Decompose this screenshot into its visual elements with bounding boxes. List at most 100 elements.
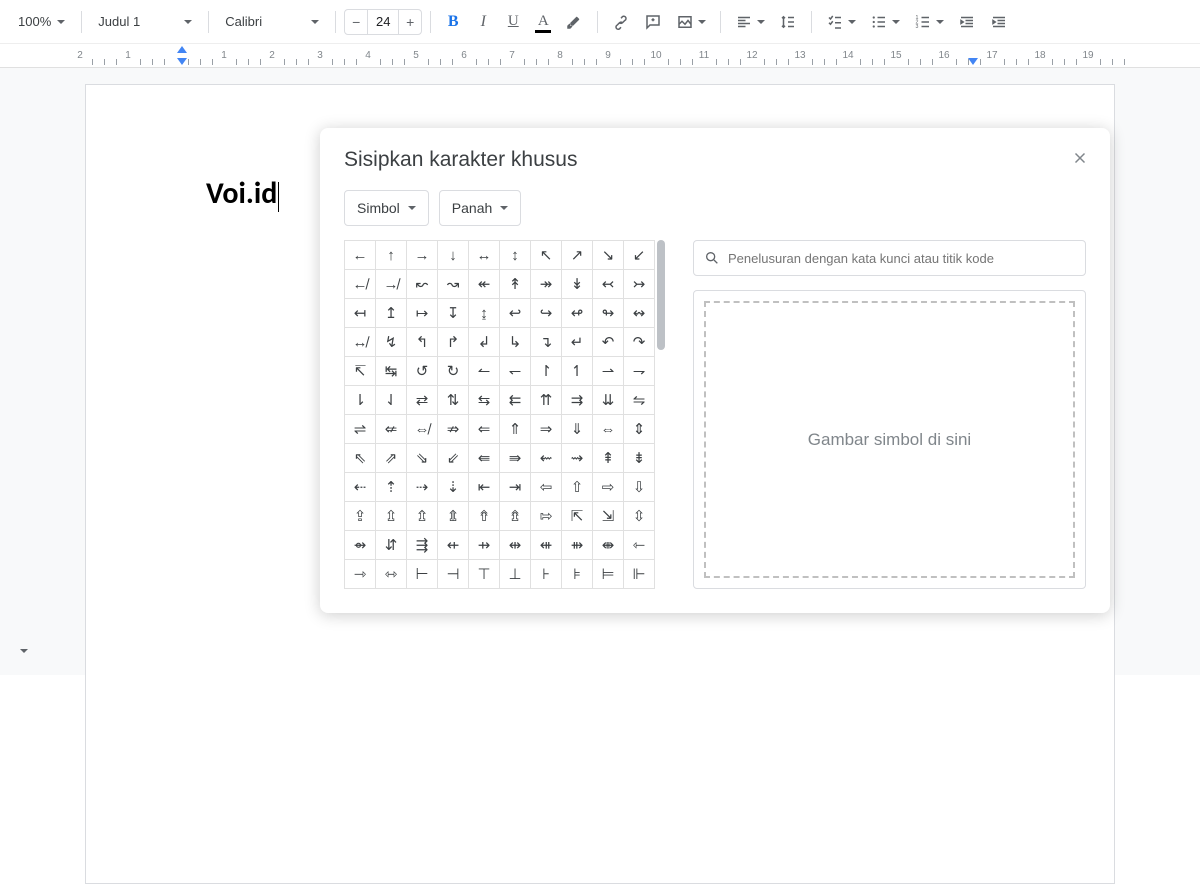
decrease-indent-button[interactable] — [952, 8, 982, 36]
special-char-cell[interactable]: ↠ — [531, 270, 562, 299]
decrease-font-button[interactable]: − — [345, 14, 367, 30]
special-char-cell[interactable]: ↶ — [593, 328, 624, 357]
special-char-cell[interactable]: ⊥ — [500, 560, 531, 589]
special-char-cell[interactable]: ⇭ — [438, 502, 469, 531]
special-char-cell[interactable]: ↾ — [531, 357, 562, 386]
line-spacing-button[interactable] — [773, 8, 803, 36]
special-char-cell[interactable]: ← — [345, 241, 376, 270]
special-char-cell[interactable]: ⇢ — [407, 473, 438, 502]
special-char-cell[interactable]: ⇄ — [407, 386, 438, 415]
special-char-cell[interactable]: ⇉ — [562, 386, 593, 415]
special-char-cell[interactable]: ⇀ — [593, 357, 624, 386]
special-char-cell[interactable]: ↥ — [376, 299, 407, 328]
special-char-cell[interactable]: ⇟ — [624, 444, 655, 473]
special-char-cell[interactable]: ⇰ — [531, 502, 562, 531]
special-char-cell[interactable]: ↗ — [562, 241, 593, 270]
special-char-cell[interactable]: ↫ — [562, 299, 593, 328]
special-char-cell[interactable]: ↧ — [438, 299, 469, 328]
special-char-cell[interactable]: ↟ — [500, 270, 531, 299]
special-char-cell[interactable]: ⇍ — [376, 415, 407, 444]
special-char-cell[interactable]: ↜ — [407, 270, 438, 299]
special-char-cell[interactable]: ⊧ — [562, 560, 593, 589]
special-char-cell[interactable]: ⇥ — [500, 473, 531, 502]
special-char-cell[interactable]: ⇑ — [500, 415, 531, 444]
special-char-cell[interactable]: ⇿ — [376, 560, 407, 589]
special-char-cell[interactable]: ↸ — [345, 357, 376, 386]
special-char-cell[interactable]: ↯ — [376, 328, 407, 357]
special-char-cell[interactable]: ↞ — [469, 270, 500, 299]
character-search-box[interactable] — [693, 240, 1086, 276]
special-char-cell[interactable]: ⇇ — [500, 386, 531, 415]
special-char-cell[interactable]: ⇺ — [531, 531, 562, 560]
special-char-cell[interactable]: ⇗ — [376, 444, 407, 473]
special-char-cell[interactable]: ↪ — [531, 299, 562, 328]
special-char-cell[interactable]: ↮ — [345, 328, 376, 357]
special-char-cell[interactable]: ↣ — [624, 270, 655, 299]
special-char-cell[interactable]: ⇐ — [469, 415, 500, 444]
special-char-cell[interactable]: ⇼ — [593, 531, 624, 560]
insert-comment-button[interactable] — [638, 8, 668, 36]
special-char-cell[interactable]: ↢ — [593, 270, 624, 299]
italic-button[interactable]: I — [469, 8, 497, 36]
special-char-cell[interactable]: ↝ — [438, 270, 469, 299]
special-char-cell[interactable]: ⇨ — [593, 473, 624, 502]
bulleted-list-button[interactable] — [864, 8, 906, 36]
special-char-cell[interactable]: ⊩ — [624, 560, 655, 589]
zoom-dropdown[interactable]: 100% — [10, 8, 73, 36]
special-char-cell[interactable]: ↩ — [500, 299, 531, 328]
special-char-cell[interactable]: ⇪ — [345, 502, 376, 531]
special-char-cell[interactable]: ⇙ — [438, 444, 469, 473]
paragraph-style-dropdown[interactable]: Judul 1 — [90, 8, 200, 36]
special-char-cell[interactable]: ⇬ — [407, 502, 438, 531]
special-char-cell[interactable]: ⊣ — [438, 560, 469, 589]
special-char-cell[interactable]: ⇔ — [593, 415, 624, 444]
special-char-cell[interactable]: ⇸ — [469, 531, 500, 560]
increase-indent-button[interactable] — [984, 8, 1014, 36]
special-char-cell[interactable]: ⇞ — [593, 444, 624, 473]
special-char-cell[interactable]: ⇈ — [531, 386, 562, 415]
special-char-cell[interactable]: ↖ — [531, 241, 562, 270]
special-char-cell[interactable]: ↰ — [407, 328, 438, 357]
font-dropdown[interactable]: Calibri — [217, 8, 327, 36]
special-char-cell[interactable]: ↙ — [624, 241, 655, 270]
first-line-indent-marker[interactable] — [177, 46, 187, 53]
special-char-cell[interactable]: ⇾ — [345, 560, 376, 589]
insert-link-button[interactable] — [606, 8, 636, 36]
numbered-list-button[interactable]: 123 — [908, 8, 950, 36]
special-char-cell[interactable]: ↭ — [624, 299, 655, 328]
special-char-cell[interactable]: ⇁ — [624, 357, 655, 386]
special-char-cell[interactable]: ↺ — [407, 357, 438, 386]
left-indent-marker[interactable] — [177, 58, 187, 65]
special-char-cell[interactable]: ⇴ — [345, 531, 376, 560]
special-char-cell[interactable]: ⇖ — [345, 444, 376, 473]
special-char-cell[interactable]: ↨ — [469, 299, 500, 328]
special-char-cell[interactable]: ↽ — [500, 357, 531, 386]
special-char-cell[interactable]: ↦ — [407, 299, 438, 328]
horizontal-ruler[interactable]: 2112345678910111213141516171819 — [0, 44, 1200, 68]
dialog-close-button[interactable] — [1066, 144, 1094, 172]
special-char-cell[interactable]: ⇻ — [562, 531, 593, 560]
special-char-cell[interactable]: ↕ — [500, 241, 531, 270]
special-char-cell[interactable]: ⇅ — [438, 386, 469, 415]
special-char-cell[interactable]: ⊨ — [593, 560, 624, 589]
special-char-cell[interactable]: ↳ — [500, 328, 531, 357]
special-char-cell[interactable]: ↛ — [376, 270, 407, 299]
special-char-cell[interactable]: ⊦ — [531, 560, 562, 589]
special-char-cell[interactable]: ⇝ — [562, 444, 593, 473]
special-char-cell[interactable]: ↷ — [624, 328, 655, 357]
special-char-cell[interactable]: ↱ — [438, 328, 469, 357]
special-char-cell[interactable]: ⇃ — [376, 386, 407, 415]
special-char-cell[interactable]: ⇳ — [624, 502, 655, 531]
text-color-button[interactable]: A — [529, 8, 557, 36]
special-char-cell[interactable]: ⇘ — [407, 444, 438, 473]
special-char-cell[interactable]: ↬ — [593, 299, 624, 328]
highlight-button[interactable] — [559, 8, 589, 36]
special-char-cell[interactable]: ⊢ — [407, 560, 438, 589]
special-char-cell[interactable]: ↲ — [469, 328, 500, 357]
special-char-cell[interactable]: ⇕ — [624, 415, 655, 444]
special-char-cell[interactable]: ↵ — [562, 328, 593, 357]
checklist-button[interactable] — [820, 8, 862, 36]
special-char-cell[interactable]: ↔ — [469, 241, 500, 270]
special-char-cell[interactable]: ⇤ — [469, 473, 500, 502]
special-char-cell[interactable]: ↴ — [531, 328, 562, 357]
